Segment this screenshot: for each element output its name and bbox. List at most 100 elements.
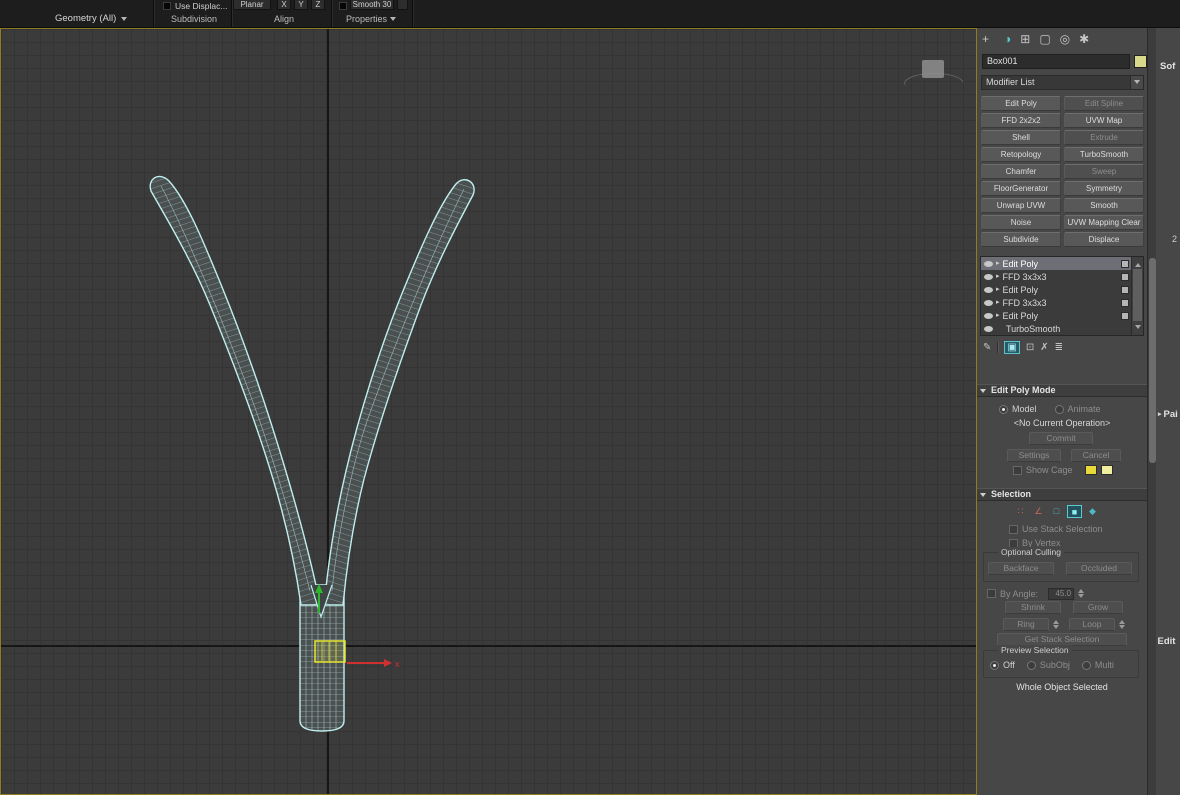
modifier-onoff-icon[interactable] xyxy=(1121,272,1129,281)
model-radio[interactable] xyxy=(999,404,1008,414)
stack-item[interactable]: ▸ Edit Poly xyxy=(981,257,1132,270)
modifier-button[interactable]: Subdivide xyxy=(981,232,1061,247)
settings-button[interactable]: Settings xyxy=(1007,449,1061,462)
stack-item[interactable]: ▸ FFD 3x3x3 xyxy=(981,270,1132,283)
modifier-button[interactable]: Extrude xyxy=(1064,130,1144,145)
modifier-button[interactable]: Edit Poly xyxy=(981,96,1061,111)
modifier-button[interactable]: Unwrap UVW xyxy=(981,198,1061,213)
modifier-button[interactable]: Retopology xyxy=(981,147,1061,162)
stack-scroll-thumb[interactable] xyxy=(1133,269,1142,321)
remove-modifier-icon[interactable]: ✗ xyxy=(1040,342,1048,353)
preview-multi-radio[interactable] xyxy=(1081,660,1091,670)
stack-item[interactable]: ▸ Edit Poly xyxy=(981,283,1132,296)
cancel-button[interactable]: Cancel xyxy=(1071,449,1121,462)
animate-radio[interactable] xyxy=(1054,404,1064,414)
expand-arrow-icon[interactable]: ▸ xyxy=(996,260,1000,267)
command-panel-scroll-thumb[interactable] xyxy=(1149,258,1156,463)
modifier-button[interactable]: FFD 2x2x2 xyxy=(981,113,1061,128)
viewcube[interactable] xyxy=(904,60,964,86)
stack-item[interactable]: TurboSmooth xyxy=(981,322,1132,335)
backface-button[interactable]: Backface xyxy=(988,562,1054,575)
ring-spinner[interactable] xyxy=(1053,617,1059,632)
rollout-edit-poly-mode[interactable]: Edit Poly Mode xyxy=(977,384,1147,397)
visibility-eye-icon[interactable] xyxy=(984,260,993,267)
pin-stack-icon[interactable]: ✎ xyxy=(983,342,991,353)
by-angle-checkbox[interactable] xyxy=(987,589,996,598)
rollout-soft-selection-truncated[interactable]: Sof xyxy=(1160,61,1175,72)
use-stack-selection-checkbox[interactable] xyxy=(1009,524,1018,534)
command-panel-scrollbar[interactable] xyxy=(1147,28,1156,795)
object-name-input[interactable]: Box001 xyxy=(982,54,1130,69)
modifier-button[interactable]: TurboSmooth xyxy=(1064,147,1144,162)
modifier-button[interactable]: FloorGenerator xyxy=(981,181,1061,196)
stack-item[interactable]: ▸ FFD 3x3x3 xyxy=(981,296,1132,309)
visibility-eye-icon[interactable] xyxy=(984,286,993,293)
expand-arrow-icon[interactable]: ▸ xyxy=(996,273,1000,280)
modifier-button[interactable]: Smooth xyxy=(1064,198,1144,213)
hierarchy-tab-icon[interactable]: ⊞ xyxy=(1020,32,1030,46)
motion-tab-icon[interactable]: ◎ xyxy=(1060,32,1070,46)
visibility-eye-icon[interactable] xyxy=(984,299,993,306)
border-subobject-icon[interactable]: □ xyxy=(1049,505,1064,518)
modifier-button[interactable]: UVW Mapping Clear xyxy=(1064,215,1144,230)
smooth-flyout-button[interactable] xyxy=(397,0,408,10)
geometry-all-dropdown[interactable]: Geometry (All) xyxy=(55,13,128,24)
modifier-button[interactable]: Sweep xyxy=(1064,164,1144,179)
align-z-button[interactable]: Z xyxy=(311,0,325,10)
configure-modifier-sets-icon[interactable]: ≣ xyxy=(1055,342,1063,353)
viewport-canvas[interactable]: x xyxy=(1,29,976,794)
smooth-checkbox[interactable] xyxy=(339,2,347,10)
utilities-tab-icon[interactable]: ✱ xyxy=(1079,32,1089,46)
use-displacement-checkbox[interactable] xyxy=(163,2,171,10)
modifier-onoff-icon[interactable] xyxy=(1121,298,1129,307)
modifier-onoff-icon[interactable] xyxy=(1121,259,1129,268)
modifier-list-dropdown[interactable]: Modifier List xyxy=(981,75,1144,90)
show-cage-checkbox[interactable] xyxy=(1013,465,1022,475)
modifier-button[interactable]: Shell xyxy=(981,130,1061,145)
modifier-onoff-icon[interactable] xyxy=(1121,311,1129,320)
align-x-button[interactable]: X xyxy=(277,0,291,10)
rollout-paint-truncated[interactable]: ▸ Pai xyxy=(1158,409,1178,420)
expand-arrow-icon[interactable]: ▸ xyxy=(996,299,1000,306)
visibility-eye-icon[interactable] xyxy=(984,325,993,332)
preview-off-radio[interactable] xyxy=(990,660,999,670)
cage-selected-color-swatch[interactable] xyxy=(1100,465,1113,475)
align-y-button[interactable]: Y xyxy=(294,0,308,10)
selected-polygon-highlight[interactable] xyxy=(314,640,346,663)
modifier-button[interactable]: Chamfer xyxy=(981,164,1061,179)
shrink-button[interactable]: Shrink xyxy=(1005,601,1061,614)
modify-tab-icon[interactable]: ◑ xyxy=(1004,32,1011,46)
ring-button[interactable]: Ring xyxy=(1003,618,1049,631)
by-angle-spinner[interactable] xyxy=(1078,586,1085,601)
modifier-button[interactable]: Displace xyxy=(1064,232,1144,247)
cage-color-swatch[interactable] xyxy=(1084,465,1097,475)
planar-button[interactable]: Planar xyxy=(233,0,271,10)
loop-button[interactable]: Loop xyxy=(1069,618,1115,631)
modifier-button[interactable]: Noise xyxy=(981,215,1061,230)
polygon-subobject-icon[interactable]: ■ xyxy=(1067,505,1082,518)
loop-spinner[interactable] xyxy=(1119,617,1125,632)
stack-scrollbar[interactable] xyxy=(1131,257,1143,335)
display-tab-icon[interactable]: ▢ xyxy=(1039,32,1050,46)
grow-button[interactable]: Grow xyxy=(1073,601,1123,614)
scroll-up-icon[interactable] xyxy=(1135,260,1141,267)
stack-item[interactable]: ▸ Edit Poly xyxy=(981,309,1132,322)
visibility-eye-icon[interactable] xyxy=(984,273,993,280)
element-subobject-icon[interactable]: ◆ xyxy=(1085,505,1100,518)
visibility-eye-icon[interactable] xyxy=(984,312,993,319)
show-end-result-icon[interactable]: ▣ xyxy=(1004,341,1020,354)
wireframe-object[interactable] xyxy=(149,175,475,732)
modifier-button[interactable]: Symmetry xyxy=(1064,181,1144,196)
make-unique-icon[interactable]: ⊡ xyxy=(1026,342,1034,353)
preview-subobj-radio[interactable] xyxy=(1026,660,1036,670)
scroll-down-icon[interactable] xyxy=(1135,325,1141,332)
create-plus-icon[interactable]: + xyxy=(982,32,989,46)
rollout-selection[interactable]: Selection xyxy=(977,488,1147,501)
vertex-subobject-icon[interactable]: ∷ xyxy=(1013,505,1028,518)
perspective-viewport[interactable]: x xyxy=(0,28,977,795)
modifier-onoff-icon[interactable] xyxy=(1121,285,1129,294)
expand-arrow-icon[interactable]: ▸ xyxy=(996,312,1000,319)
modifier-button[interactable]: Edit Spline xyxy=(1064,96,1144,111)
by-angle-value[interactable]: 45.0 xyxy=(1048,587,1075,600)
commit-button[interactable]: Commit xyxy=(1029,432,1093,445)
